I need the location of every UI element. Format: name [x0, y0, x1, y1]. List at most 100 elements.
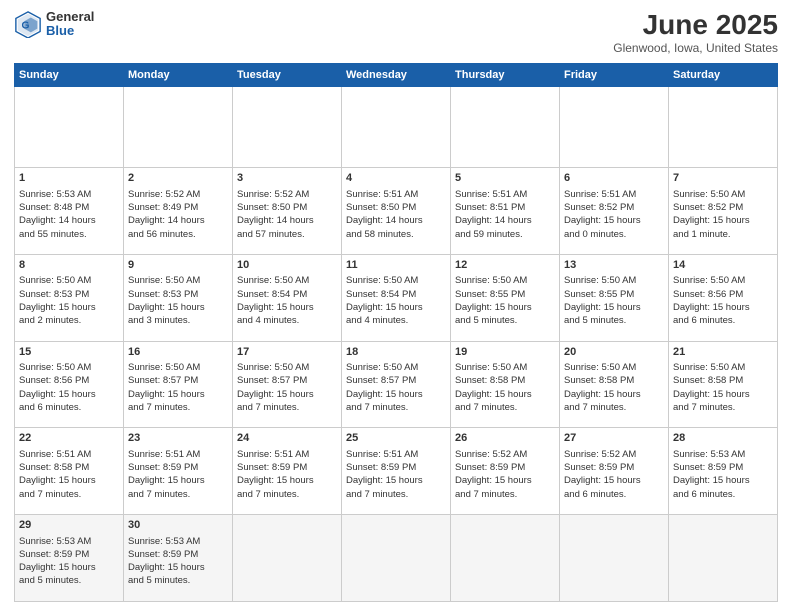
calendar-week-row	[15, 86, 778, 168]
day-info: Sunset: 8:58 PM	[19, 461, 119, 474]
day-number: 9	[128, 258, 228, 273]
day-info: Sunset: 8:52 PM	[564, 201, 664, 214]
calendar-cell: 3Sunrise: 5:52 AMSunset: 8:50 PMDaylight…	[233, 168, 342, 255]
day-info: Daylight: 14 hours	[237, 214, 337, 227]
day-info: Sunrise: 5:51 AM	[19, 448, 119, 461]
day-number: 15	[19, 345, 119, 360]
day-number: 13	[564, 258, 664, 273]
calendar-cell: 27Sunrise: 5:52 AMSunset: 8:59 PMDayligh…	[560, 428, 669, 515]
day-info: Daylight: 15 hours	[673, 214, 773, 227]
day-info: and 5 minutes.	[564, 314, 664, 327]
day-info: Sunrise: 5:50 AM	[673, 274, 773, 287]
calendar-cell	[342, 515, 451, 602]
day-info: and 55 minutes.	[19, 228, 119, 241]
day-info: Sunrise: 5:51 AM	[346, 448, 446, 461]
day-info: Sunrise: 5:50 AM	[237, 274, 337, 287]
day-info: Daylight: 15 hours	[564, 301, 664, 314]
day-info: Sunrise: 5:50 AM	[237, 361, 337, 374]
day-info: Sunset: 8:58 PM	[455, 374, 555, 387]
day-info: Daylight: 15 hours	[128, 474, 228, 487]
day-info: and 7 minutes.	[564, 401, 664, 414]
day-info: and 3 minutes.	[128, 314, 228, 327]
calendar-cell	[669, 86, 778, 168]
day-info: Sunset: 8:59 PM	[346, 461, 446, 474]
day-number: 24	[237, 431, 337, 446]
day-info: Daylight: 15 hours	[19, 388, 119, 401]
day-number: 16	[128, 345, 228, 360]
calendar-cell: 20Sunrise: 5:50 AMSunset: 8:58 PMDayligh…	[560, 341, 669, 428]
day-info: and 5 minutes.	[128, 574, 228, 587]
day-info: Sunset: 8:59 PM	[455, 461, 555, 474]
calendar-cell: 23Sunrise: 5:51 AMSunset: 8:59 PMDayligh…	[124, 428, 233, 515]
day-info: and 6 minutes.	[673, 488, 773, 501]
calendar-cell	[342, 86, 451, 168]
calendar-week-row: 8Sunrise: 5:50 AMSunset: 8:53 PMDaylight…	[15, 255, 778, 342]
header: G General Blue June 2025 Glenwood, Iowa,…	[14, 10, 778, 55]
calendar-week-row: 1Sunrise: 5:53 AMSunset: 8:48 PMDaylight…	[15, 168, 778, 255]
day-info: Sunrise: 5:52 AM	[564, 448, 664, 461]
day-number: 4	[346, 171, 446, 186]
calendar-cell	[124, 86, 233, 168]
header-sunday: Sunday	[15, 63, 124, 86]
day-number: 18	[346, 345, 446, 360]
day-info: Sunrise: 5:53 AM	[128, 535, 228, 548]
day-info: Sunrise: 5:50 AM	[346, 361, 446, 374]
calendar-header-row: Sunday Monday Tuesday Wednesday Thursday…	[15, 63, 778, 86]
day-number: 2	[128, 171, 228, 186]
day-info: and 4 minutes.	[237, 314, 337, 327]
calendar-week-row: 29Sunrise: 5:53 AMSunset: 8:59 PMDayligh…	[15, 515, 778, 602]
day-number: 22	[19, 431, 119, 446]
day-number: 3	[237, 171, 337, 186]
day-info: Daylight: 15 hours	[673, 474, 773, 487]
day-info: and 7 minutes.	[128, 488, 228, 501]
day-info: Daylight: 15 hours	[673, 301, 773, 314]
calendar-cell: 18Sunrise: 5:50 AMSunset: 8:57 PMDayligh…	[342, 341, 451, 428]
calendar-cell: 30Sunrise: 5:53 AMSunset: 8:59 PMDayligh…	[124, 515, 233, 602]
calendar-table: Sunday Monday Tuesday Wednesday Thursday…	[14, 63, 778, 602]
day-info: and 7 minutes.	[237, 488, 337, 501]
day-number: 25	[346, 431, 446, 446]
day-info: Sunset: 8:57 PM	[128, 374, 228, 387]
day-info: Sunset: 8:59 PM	[128, 548, 228, 561]
calendar-week-row: 15Sunrise: 5:50 AMSunset: 8:56 PMDayligh…	[15, 341, 778, 428]
day-info: Sunset: 8:50 PM	[237, 201, 337, 214]
day-info: Sunset: 8:56 PM	[19, 374, 119, 387]
day-info: Daylight: 15 hours	[564, 214, 664, 227]
day-info: Sunset: 8:55 PM	[455, 288, 555, 301]
day-info: Daylight: 15 hours	[237, 474, 337, 487]
logo: G General Blue	[14, 10, 94, 39]
day-info: Sunset: 8:59 PM	[237, 461, 337, 474]
calendar-cell: 8Sunrise: 5:50 AMSunset: 8:53 PMDaylight…	[15, 255, 124, 342]
day-info: and 0 minutes.	[564, 228, 664, 241]
day-info: and 1 minute.	[673, 228, 773, 241]
day-info: Daylight: 15 hours	[346, 474, 446, 487]
day-info: Daylight: 15 hours	[19, 474, 119, 487]
day-info: Sunset: 8:56 PM	[673, 288, 773, 301]
day-number: 6	[564, 171, 664, 186]
day-info: Sunrise: 5:53 AM	[19, 188, 119, 201]
day-info: Daylight: 15 hours	[346, 301, 446, 314]
day-info: Sunset: 8:51 PM	[455, 201, 555, 214]
day-info: Sunset: 8:57 PM	[237, 374, 337, 387]
day-info: Daylight: 14 hours	[128, 214, 228, 227]
day-info: and 56 minutes.	[128, 228, 228, 241]
header-saturday: Saturday	[669, 63, 778, 86]
calendar-cell: 1Sunrise: 5:53 AMSunset: 8:48 PMDaylight…	[15, 168, 124, 255]
day-number: 28	[673, 431, 773, 446]
day-info: Daylight: 15 hours	[237, 388, 337, 401]
day-info: Sunrise: 5:50 AM	[346, 274, 446, 287]
day-number: 12	[455, 258, 555, 273]
month-title: June 2025	[613, 10, 778, 41]
logo-general-text: General	[46, 10, 94, 24]
day-info: Daylight: 15 hours	[128, 388, 228, 401]
day-number: 29	[19, 518, 119, 533]
day-info: Daylight: 15 hours	[128, 301, 228, 314]
day-info: Daylight: 15 hours	[455, 301, 555, 314]
day-info: Daylight: 14 hours	[19, 214, 119, 227]
day-info: Sunrise: 5:50 AM	[673, 361, 773, 374]
calendar-cell: 29Sunrise: 5:53 AMSunset: 8:59 PMDayligh…	[15, 515, 124, 602]
day-number: 20	[564, 345, 664, 360]
page: G General Blue June 2025 Glenwood, Iowa,…	[0, 0, 792, 612]
day-info: Sunrise: 5:50 AM	[564, 361, 664, 374]
calendar-cell: 14Sunrise: 5:50 AMSunset: 8:56 PMDayligh…	[669, 255, 778, 342]
